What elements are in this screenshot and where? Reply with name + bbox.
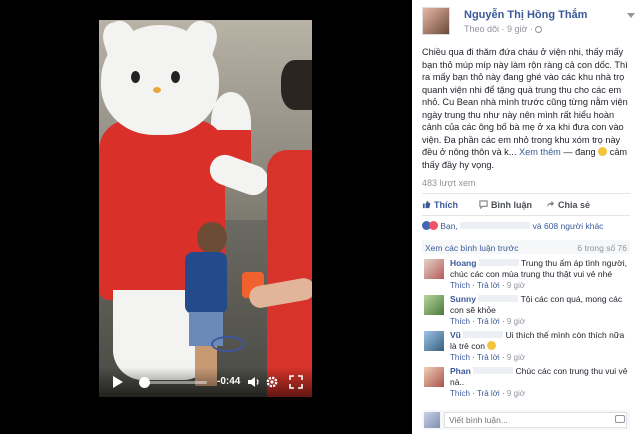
- share-button[interactable]: Chia sẻ: [546, 200, 590, 210]
- comment-body: Sunny Tội các con quá, mong các con sẽ k…: [450, 294, 630, 327]
- mascot-eye-right: [171, 71, 180, 83]
- share-label: Chia sẻ: [558, 200, 591, 210]
- comment-item: Phan Chúc các con trung thu vui vẻ nà.. …: [422, 366, 630, 400]
- thumbs-up-icon: [422, 200, 431, 209]
- comment-item: Sunny Tội các con quá, mong các con sẽ k…: [422, 294, 630, 328]
- child-shirt: [185, 252, 227, 314]
- comment-icon: [479, 200, 488, 209]
- comment-text: Trung thu ấm áp tình người, chúc các con…: [450, 258, 627, 279]
- globe-icon: [534, 26, 542, 33]
- post-body: Chiều qua đi thăm đứa cháu ở viện nhi, t…: [422, 47, 628, 157]
- comment-body: Phan Chúc các con trung thu vui vẻ nà.. …: [450, 366, 630, 399]
- gear-icon[interactable]: [265, 375, 279, 389]
- comment-reply-link[interactable]: Trả lời: [477, 389, 500, 398]
- reactions-suffix: và 608 người khác: [532, 221, 604, 231]
- post-text: Chiều qua đi thăm đứa cháu ở viện nhi, t…: [422, 46, 636, 171]
- video-player[interactable]: VINCOM -0:44: [99, 20, 312, 397]
- reactions-summary[interactable]: Bạn, và 608 người khác: [422, 221, 630, 233]
- post-meta: Theo dõi · 9 giờ ·: [464, 24, 542, 34]
- comment-body: Hoang Trung thu ấm áp tình người, chúc c…: [450, 258, 630, 291]
- comment-time: 9 giờ: [506, 317, 525, 326]
- camera-icon[interactable]: [615, 415, 625, 423]
- love-reaction-icon: [429, 221, 438, 230]
- comment-text: Tội các con quá, mong các con sẽ khỏe: [450, 294, 623, 315]
- commenter-name[interactable]: Phan: [450, 366, 471, 376]
- seek-bar[interactable]: [139, 377, 207, 388]
- comment-time: 9 giờ: [506, 353, 525, 362]
- post-sidebar: Nguyễn Thị Hồng Thắm Theo dõi · 9 giờ · …: [412, 0, 640, 434]
- current-user-avatar: [424, 412, 440, 428]
- action-bar: Thích Bình luận Chia sẻ: [422, 198, 630, 214]
- comment-item: Vũ Ui thích thế mình còn thích nữa là tr…: [422, 330, 630, 364]
- commenter-name[interactable]: Hoang: [450, 258, 476, 268]
- like-button[interactable]: Thích: [422, 200, 458, 210]
- comment-actions: Thích · Trả lời · 9 giờ: [450, 281, 525, 290]
- comment-actions: Thích · Trả lời · 9 giờ: [450, 389, 525, 398]
- share-icon: [546, 200, 555, 208]
- comment-actions: Thích · Trả lời · 9 giờ: [450, 353, 525, 362]
- redacted-name: [473, 367, 514, 374]
- commenter-name[interactable]: Vũ: [450, 330, 461, 340]
- comment-body: Vũ Ui thích thế mình còn thích nữa là tr…: [450, 330, 630, 363]
- seek-handle[interactable]: [139, 377, 151, 388]
- author-avatar[interactable]: [422, 7, 450, 35]
- fullscreen-icon[interactable]: [289, 375, 303, 389]
- toy: [211, 336, 245, 352]
- smiley-icon: [487, 341, 497, 350]
- commenter-avatar[interactable]: [424, 331, 444, 351]
- view-previous-comments-link[interactable]: Xem các bình luận trước: [425, 243, 518, 253]
- time-remaining: -0:44: [217, 376, 241, 387]
- video-controls: -0:44: [99, 367, 312, 397]
- comment-composer: [422, 410, 630, 430]
- child-head: [197, 222, 227, 254]
- post-meta-text: Theo dõi · 9 giờ ·: [464, 24, 533, 34]
- woman-head: [281, 60, 312, 110]
- comment-like-link[interactable]: Thích: [450, 389, 470, 398]
- author-name[interactable]: Nguyễn Thị Hồng Thắm: [464, 9, 587, 21]
- post-header: Nguyễn Thị Hồng Thắm Theo dõi · 9 giờ ·: [422, 7, 635, 37]
- redacted-name: [478, 259, 519, 266]
- divider: [422, 215, 630, 216]
- redacted-name: [463, 331, 504, 338]
- comment-button[interactable]: Bình luận: [479, 200, 532, 210]
- photo-theater-viewer: VINCOM -0:44: [0, 0, 412, 434]
- divider: [422, 193, 630, 194]
- mascot-eye-left: [131, 71, 140, 83]
- mascot-nose: [153, 87, 161, 93]
- comment-reply-link[interactable]: Trả lời: [477, 281, 500, 290]
- reactions-prefix: Bạn,: [440, 221, 458, 231]
- commenter-avatar[interactable]: [424, 259, 444, 279]
- play-icon[interactable]: [113, 376, 123, 388]
- comment-time: 9 giờ: [506, 389, 525, 398]
- smiley-icon: [598, 147, 608, 156]
- mascot-head: [99, 20, 222, 135]
- volume-icon[interactable]: [247, 375, 261, 389]
- comment-like-link[interactable]: Thích: [450, 317, 470, 326]
- comment-like-link[interactable]: Thích: [450, 281, 470, 290]
- see-more-link[interactable]: Xem thêm: [519, 147, 561, 157]
- redacted-name: [478, 295, 519, 302]
- commenter-avatar[interactable]: [424, 295, 444, 315]
- comment-actions: Thích · Trả lời · 9 giờ: [450, 317, 525, 326]
- woman-body: [267, 150, 312, 397]
- comment-time: 9 giờ: [506, 281, 525, 290]
- view-count: 483 lượt xem: [422, 178, 476, 188]
- comment-like-link[interactable]: Thích: [450, 353, 470, 362]
- redacted-names: [460, 222, 531, 229]
- comment-label: Bình luận: [491, 200, 532, 210]
- commenter-avatar[interactable]: [424, 367, 444, 387]
- like-label: Thích: [434, 200, 458, 210]
- post-activity: — đang: [563, 147, 596, 157]
- comments-header: Xem các bình luận trước 6 trong số 76: [422, 240, 630, 254]
- comment-reply-link[interactable]: Trả lời: [477, 317, 500, 326]
- comment-item: Hoang Trung thu ấm áp tình người, chúc c…: [422, 258, 630, 292]
- comment-count: 6 trong số 76: [577, 243, 627, 253]
- comment-input[interactable]: [444, 412, 627, 428]
- commenter-name[interactable]: Sunny: [450, 294, 476, 304]
- comment-reply-link[interactable]: Trả lời: [477, 353, 500, 362]
- chevron-down-icon[interactable]: [627, 13, 635, 18]
